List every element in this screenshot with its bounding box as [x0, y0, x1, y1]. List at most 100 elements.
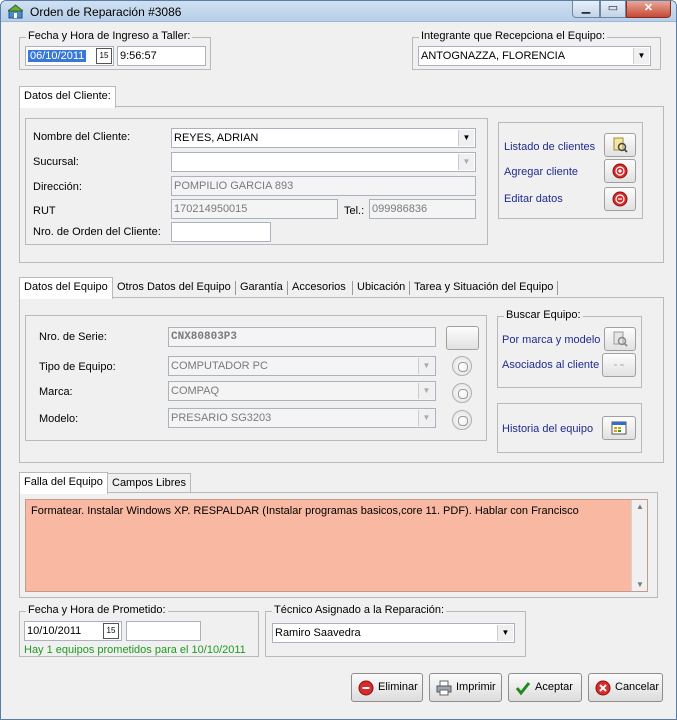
- tab-tarea-situacion[interactable]: Tarea y Situación del Equipo: [410, 278, 557, 298]
- tab-garantia[interactable]: Garantía: [236, 278, 287, 298]
- orden-label: Nro. de Orden del Cliente:: [33, 226, 161, 238]
- modelo-label: Modelo:: [39, 413, 79, 425]
- chevron-down-icon[interactable]: ▼: [458, 130, 474, 146]
- prometido-note: Hay 1 equipos prometidos para el 10/10/2…: [24, 644, 246, 656]
- aceptar-button[interactable]: Aceptar: [508, 673, 582, 702]
- cliente-tabs: Datos del Cliente:: [19, 86, 219, 108]
- tecnico-dropdown[interactable]: Ramiro Saavedra ▼: [272, 623, 515, 643]
- tab-falla-equipo[interactable]: Falla del Equipo: [19, 472, 108, 494]
- edit-icon: [612, 191, 628, 207]
- historia-label[interactable]: Historia del equipo: [502, 423, 593, 435]
- tel-field[interactable]: 099986836: [369, 199, 476, 219]
- prometido-date-field[interactable]: 10/10/2011 15: [24, 621, 122, 641]
- chevron-down-icon[interactable]: ▼: [633, 48, 649, 64]
- editar-datos-label[interactable]: Editar datos: [504, 193, 563, 205]
- tab-campos-libres[interactable]: Campos Libres: [107, 473, 191, 493]
- history-icon: [611, 421, 627, 435]
- tab-otros-datos[interactable]: Otros Datos del Equipo: [113, 278, 235, 298]
- asociados-label[interactable]: Asociados al cliente: [502, 359, 599, 371]
- rut-label: RUT: [33, 205, 56, 217]
- app-icon: [8, 4, 23, 19]
- nombre-dropdown[interactable]: REYES, ADRIAN ▼: [171, 128, 476, 148]
- prometido-date-value: 10/10/2011: [27, 625, 82, 637]
- integrante-group-title: Integrante que Recepciona el Equipo:: [419, 30, 608, 42]
- orden-field[interactable]: [171, 222, 271, 242]
- imprimir-label: Imprimir: [456, 681, 496, 693]
- repair-order-window: Orden de Reparación #3086 ▁ ▭ ✕ Fecha y …: [0, 0, 677, 720]
- eliminar-button[interactable]: Eliminar: [351, 673, 423, 702]
- falla-scrollbar[interactable]: ▲ ▼: [631, 500, 647, 591]
- modelo-value: PRESARIO SG3203: [171, 412, 272, 424]
- ingreso-time-field[interactable]: 9:56:57: [117, 46, 206, 66]
- imprimir-button[interactable]: Imprimir: [429, 673, 502, 702]
- scroll-down-icon[interactable]: ▼: [636, 580, 644, 589]
- listado-clientes-label[interactable]: Listado de clientes: [504, 141, 595, 153]
- por-marca-label[interactable]: Por marca y modelo: [502, 334, 600, 346]
- prometido-group-title: Fecha y Hora de Prometido:: [26, 604, 168, 616]
- historia-button[interactable]: [602, 416, 636, 440]
- tecnico-group-title: Técnico Asignado a la Reparación:: [272, 604, 446, 616]
- tab-accesorios[interactable]: Accesorios: [288, 278, 350, 298]
- editar-datos-button[interactable]: [604, 187, 636, 211]
- falla-textarea[interactable]: Formatear. Instalar Windows XP. RESPALDA…: [25, 499, 648, 592]
- agregar-cliente-label[interactable]: Agregar cliente: [504, 166, 578, 178]
- chevron-down-icon[interactable]: ▼: [418, 410, 434, 426]
- chevron-down-icon[interactable]: ▼: [458, 154, 474, 170]
- tab-ubicacion[interactable]: Ubicación: [353, 278, 409, 298]
- sucursal-label: Sucursal:: [33, 156, 79, 168]
- marca-dropdown[interactable]: COMPAQ ▼: [168, 381, 436, 401]
- direccion-label: Dirección:: [33, 181, 82, 193]
- tel-label: Tel.:: [344, 205, 365, 217]
- tipo-add-button[interactable]: [452, 356, 472, 376]
- por-marca-button[interactable]: [604, 327, 636, 351]
- tab-datos-cliente[interactable]: Datos del Cliente:: [19, 86, 116, 108]
- prometido-time-field[interactable]: [126, 621, 201, 641]
- close-button[interactable]: ✕: [626, 1, 671, 18]
- add-icon: [612, 163, 628, 179]
- tab-datos-equipo[interactable]: Datos del Equipo: [19, 277, 113, 299]
- direccion-field[interactable]: POMPILIO GARCIA 893: [171, 176, 476, 196]
- cancelar-button[interactable]: Cancelar: [588, 673, 663, 702]
- serie-lookup-button[interactable]: [446, 326, 479, 350]
- scroll-up-icon[interactable]: ▲: [636, 502, 644, 511]
- delete-icon: [358, 680, 374, 696]
- integrante-value: ANTOGNAZZA, FLORENCIA: [421, 50, 566, 62]
- title-bar[interactable]: Orden de Reparación #3086 ▁ ▭ ✕: [1, 1, 676, 22]
- chevron-down-icon[interactable]: ▼: [418, 383, 434, 399]
- list-icon: [614, 364, 624, 366]
- tipo-dropdown[interactable]: COMPUTADOR PC ▼: [168, 356, 436, 376]
- ingreso-date-value: 06/10/2011: [28, 50, 87, 62]
- tipo-value: COMPUTADOR PC: [171, 360, 268, 372]
- modelo-add-button[interactable]: [452, 410, 472, 430]
- rut-field[interactable]: 170214950015: [171, 199, 338, 219]
- ingreso-group-title: Fecha y Hora de Ingreso a Taller:: [26, 30, 193, 42]
- falla-tabs: Falla del Equipo Campos Libres: [19, 472, 219, 494]
- agregar-cliente-button[interactable]: [604, 159, 636, 183]
- equipo-tabs: Datos del Equipo Otros Datos del Equipo …: [19, 277, 579, 299]
- search-icon: [613, 331, 628, 347]
- integrante-dropdown[interactable]: ANTOGNAZZA, FLORENCIA ▼: [418, 46, 651, 66]
- ingreso-date-field[interactable]: 06/10/2011 15: [25, 46, 114, 66]
- calendar-icon[interactable]: 15: [96, 48, 112, 64]
- calendar-icon[interactable]: 15: [103, 623, 119, 639]
- modelo-dropdown[interactable]: PRESARIO SG3203 ▼: [168, 408, 436, 428]
- minimize-button[interactable]: ▁: [572, 1, 600, 18]
- checkmark-icon: [515, 682, 531, 696]
- marca-value: COMPAQ: [171, 385, 220, 397]
- chevron-down-icon[interactable]: ▼: [418, 358, 434, 374]
- search-icon: [613, 137, 628, 153]
- maximize-button[interactable]: ▭: [600, 1, 626, 18]
- marca-label: Marca:: [39, 386, 73, 398]
- marca-add-button[interactable]: [452, 383, 472, 403]
- eliminar-label: Eliminar: [378, 681, 418, 693]
- serie-field[interactable]: CNX80803P3: [168, 327, 436, 347]
- window-title: Orden de Reparación #3086: [30, 5, 182, 19]
- tipo-label: Tipo de Equipo:: [39, 361, 116, 373]
- tecnico-value: Ramiro Saavedra: [275, 627, 361, 639]
- tab-separator: [557, 281, 558, 295]
- sucursal-dropdown[interactable]: ▼: [171, 152, 476, 172]
- aceptar-label: Aceptar: [535, 681, 573, 693]
- asociados-button[interactable]: [602, 353, 636, 377]
- chevron-down-icon[interactable]: ▼: [497, 625, 513, 641]
- listado-clientes-button[interactable]: [604, 133, 636, 157]
